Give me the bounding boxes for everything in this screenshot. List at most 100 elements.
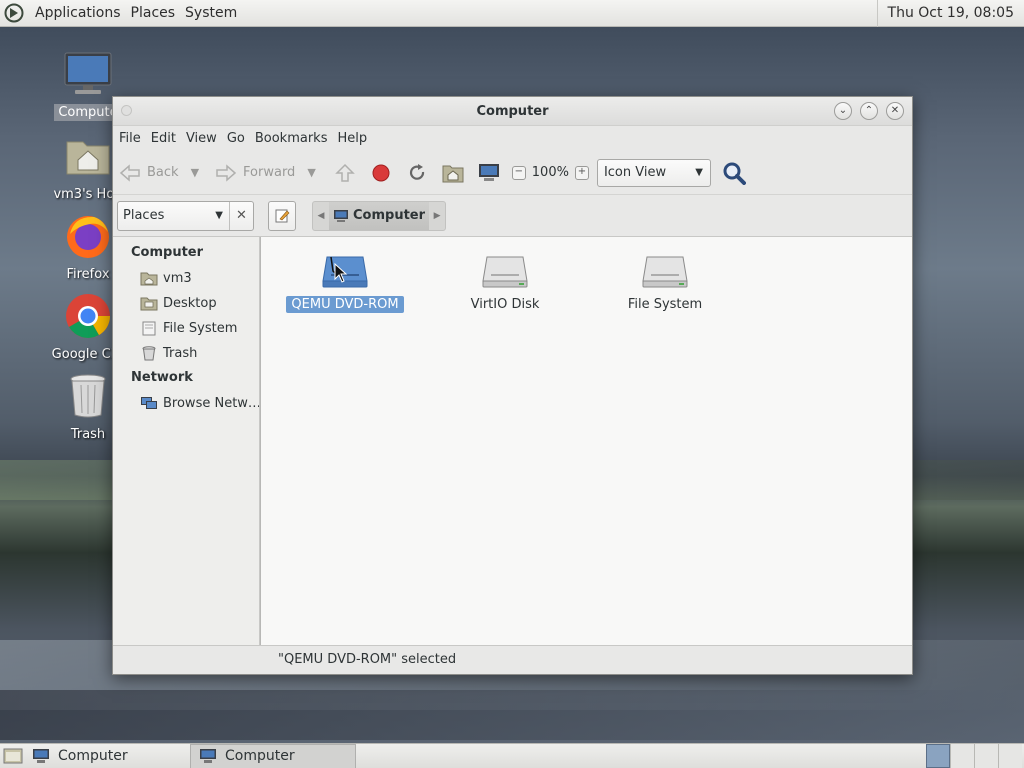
show-desktop-button[interactable] <box>2 746 24 766</box>
sidebar-item-browse-network[interactable]: Browse Netw… <box>113 391 259 416</box>
file-item-file-system[interactable]: File System <box>600 251 730 313</box>
desktop-folder-icon <box>140 296 158 312</box>
workspace-4[interactable] <box>998 743 1022 768</box>
forward-button[interactable]: Forward ▼ <box>215 163 326 183</box>
drive-icon <box>140 321 158 337</box>
breadcrumb-computer[interactable]: Computer <box>329 201 430 230</box>
top-menu: Applications Places System <box>0 0 242 27</box>
zoom-in-button[interactable]: + <box>574 165 589 180</box>
monitor-icon <box>200 749 216 763</box>
home-button[interactable] <box>440 160 466 186</box>
close-button[interactable]: ✕ <box>886 102 904 120</box>
file-item-label: File System <box>627 297 703 312</box>
minimize-button[interactable]: ⌄ <box>834 102 852 120</box>
reload-icon <box>409 163 424 180</box>
file-item-label: VirtIO Disk <box>470 297 540 312</box>
back-button[interactable]: Back ▼ <box>119 163 209 183</box>
sidebar-item-label: Trash <box>163 346 198 361</box>
sidebar-mode-select[interactable]: Places ▼ ✕ <box>117 200 254 231</box>
menu-file[interactable]: File <box>115 131 145 146</box>
top-panel: Applications Places System Thu Oct 19, 0… <box>0 0 1024 27</box>
breadcrumb-label: Computer <box>353 208 426 223</box>
window-menu-button[interactable] <box>121 105 132 116</box>
menu-view[interactable]: View <box>182 131 221 146</box>
toggle-location-entry-button[interactable] <box>268 200 296 231</box>
applications-menu[interactable]: Applications <box>30 5 126 21</box>
wallpaper-band <box>0 690 1024 740</box>
chevron-down-icon: ▼ <box>695 167 703 178</box>
view-mode-select[interactable]: Icon View ▼ <box>596 158 711 187</box>
breadcrumb: ◀ Computer ▶ <box>312 200 447 231</box>
sidebar-item-label: vm3 <box>163 271 192 286</box>
system-menu[interactable]: System <box>180 5 242 21</box>
menu-edit[interactable]: Edit <box>147 131 180 146</box>
places-sidebar: Computer vm3 Desktop File System Trash N… <box>113 237 260 645</box>
monitor-icon <box>60 46 116 102</box>
file-manager-window: Computer ⌄ ⌃ ✕ File Edit View Go Bookmar… <box>112 96 913 675</box>
reload-button[interactable] <box>404 160 430 186</box>
distro-logo-icon[interactable] <box>4 3 24 23</box>
path-scroll-right-button[interactable]: ▶ <box>429 211 445 221</box>
close-sidebar-button[interactable]: ✕ <box>229 201 253 230</box>
back-history-dropdown[interactable]: ▼ <box>191 166 199 179</box>
monitor-icon <box>33 749 49 763</box>
computer-button[interactable] <box>476 160 502 186</box>
window-controls: ⌄ ⌃ ✕ <box>834 102 904 120</box>
toolbar: Back ▼ Forward ▼ − 100% + Icon View ▼ <box>113 151 912 195</box>
path-scroll-left-button[interactable]: ◀ <box>313 211 329 221</box>
workspace-2[interactable] <box>950 743 974 768</box>
home-folder-icon <box>442 165 464 182</box>
titlebar[interactable]: Computer ⌄ ⌃ ✕ <box>113 97 912 126</box>
workspace-1[interactable] <box>926 743 950 768</box>
location-bar: Places ▼ ✕ ◀ Computer ▶ <box>113 195 912 237</box>
home-folder-icon <box>140 271 158 287</box>
stop-button[interactable] <box>368 160 394 186</box>
up-button[interactable] <box>332 160 358 186</box>
menu-bookmarks[interactable]: Bookmarks <box>251 131 332 146</box>
status-bar: "QEMU DVD-ROM" selected <box>113 645 912 673</box>
trash-icon <box>60 368 116 424</box>
chevron-down-icon: ▼ <box>215 210 223 221</box>
zoom-level[interactable]: 100% <box>532 165 569 180</box>
file-item-label: QEMU DVD-ROM <box>286 296 404 313</box>
forward-label: Forward <box>243 165 296 180</box>
taskbar-button-computer-active[interactable]: Computer <box>190 743 356 768</box>
edit-icon <box>275 209 290 222</box>
menu-go[interactable]: Go <box>223 131 249 146</box>
sidebar-item-vm3[interactable]: vm3 <box>113 266 259 291</box>
sidebar-item-desktop[interactable]: Desktop <box>113 291 259 316</box>
desktop-icon-label: Firefox <box>66 267 110 282</box>
hard-disk-icon <box>641 251 689 291</box>
show-desktop-icon <box>3 748 23 764</box>
places-menu[interactable]: Places <box>126 5 181 21</box>
workspace-switcher <box>926 743 1022 768</box>
search-icon <box>723 162 746 185</box>
menu-help[interactable]: Help <box>333 131 371 146</box>
main-area: Computer vm3 Desktop File System Trash N… <box>113 237 912 645</box>
taskbar-button-computer[interactable]: Computer <box>24 744 190 768</box>
mouse-cursor-icon <box>334 263 348 283</box>
file-view[interactable]: QEMU DVD-ROM VirtIO Disk File System <box>260 237 912 645</box>
zoom-out-button[interactable]: − <box>511 165 526 180</box>
desktop-icon-label: Trash <box>70 427 106 442</box>
workspace-3[interactable] <box>974 743 998 768</box>
forward-history-dropdown[interactable]: ▼ <box>307 166 315 179</box>
taskbar-button-label: Computer <box>225 748 295 764</box>
chrome-icon <box>60 288 116 344</box>
menubar: File Edit View Go Bookmarks Help <box>113 126 912 151</box>
back-arrow-icon <box>119 163 140 182</box>
sidebar-heading-network: Network <box>131 370 193 385</box>
trash-icon <box>140 346 158 362</box>
search-button[interactable] <box>721 160 747 186</box>
sidebar-item-file-system[interactable]: File System <box>113 316 259 341</box>
taskbar-button-label: Computer <box>58 748 128 764</box>
firefox-icon <box>60 208 116 264</box>
sidebar-item-trash[interactable]: Trash <box>113 341 259 366</box>
network-icon <box>140 396 158 412</box>
file-item-virtio-disk[interactable]: VirtIO Disk <box>440 251 570 313</box>
sidebar-mode-value: Places <box>123 208 165 223</box>
maximize-button[interactable]: ⌃ <box>860 102 878 120</box>
sidebar-item-label: File System <box>163 321 238 336</box>
window-title: Computer <box>476 103 549 119</box>
clock[interactable]: Thu Oct 19, 08:05 <box>876 0 1024 27</box>
